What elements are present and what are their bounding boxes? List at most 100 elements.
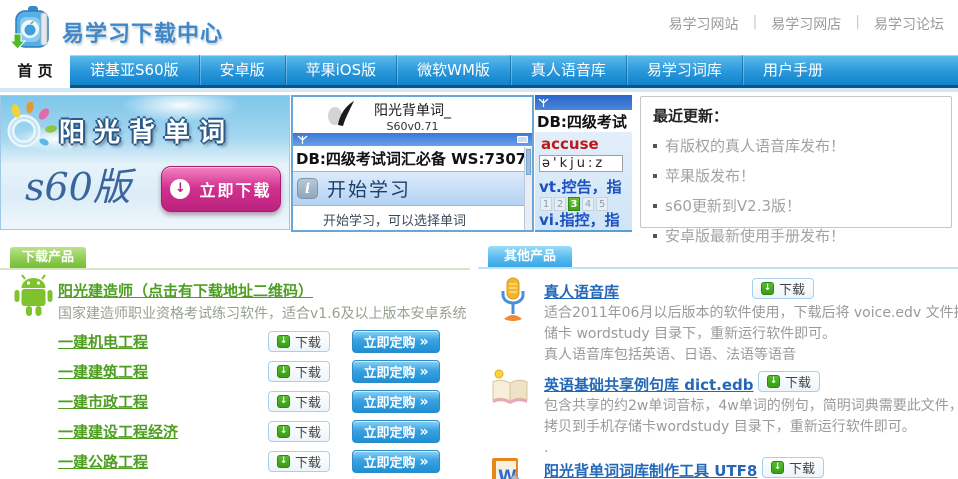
- product-row: 一建建筑工程 ↓下载 立即定购»: [58, 360, 458, 386]
- download-icon: ↓: [277, 395, 290, 408]
- item-link[interactable]: 一建机电工程: [58, 333, 148, 351]
- promo-banner: 阳光背单词 s60版 ↓ 立即下载: [0, 95, 290, 230]
- status-bar: [535, 95, 632, 110]
- update-item[interactable]: 苹果版发布！: [653, 165, 939, 186]
- info-icon: i: [297, 178, 318, 199]
- order-button[interactable]: 立即定购»: [352, 450, 440, 473]
- nav-underline: [0, 88, 958, 92]
- battery-icon: [517, 136, 528, 143]
- item-link[interactable]: 一建建筑工程: [58, 363, 148, 381]
- downloads-section-tab[interactable]: 下载产品: [10, 247, 86, 268]
- download-icon: ↓: [767, 375, 780, 388]
- android-icon: [13, 274, 54, 322]
- download-button[interactable]: ↓下载: [268, 391, 330, 412]
- separator: |: [855, 14, 860, 34]
- download-icon: ↓: [277, 425, 290, 438]
- chevron-right-icon: »: [419, 365, 428, 379]
- product-row: 一建市政工程 ↓下载 立即定购»: [58, 390, 458, 416]
- download-icon: ↓: [277, 365, 290, 378]
- nav-item-wm[interactable]: 微软WM版: [396, 55, 510, 85]
- nav-item-home-active[interactable]: 首 页: [0, 55, 70, 88]
- pagination: 1 2 3 4 5: [540, 197, 632, 211]
- download-button[interactable]: ↓下载: [752, 278, 814, 299]
- item-link[interactable]: 一建建设工程经济: [58, 423, 178, 441]
- desc-line: .: [544, 438, 958, 459]
- menu-subtext: 开始学习，可以选择单词: [293, 206, 532, 229]
- page-number: 1: [540, 197, 552, 211]
- download-button[interactable]: ↓下载: [762, 457, 824, 478]
- antenna-icon: [538, 95, 549, 112]
- section-divider: [478, 267, 958, 269]
- chevron-right-icon: »: [419, 395, 428, 409]
- item-link[interactable]: 一建公路工程: [58, 453, 148, 471]
- item-link-voice[interactable]: 真人语音库: [544, 281, 619, 302]
- chevron-right-icon: »: [419, 335, 428, 349]
- item-desc: 适合2011年06月以后版本的软件使用，下载后将 voice.edv 文件拷 储…: [544, 303, 958, 366]
- product-link-builder[interactable]: 阳光建造师（点击有下载地址二维码）: [58, 280, 313, 301]
- separator: |: [753, 14, 758, 34]
- page-number-active: 3: [568, 197, 580, 211]
- item-link-tool[interactable]: 阳光背单词词库制作工具 UTF8: [544, 460, 757, 479]
- top-link-forum[interactable]: 易学习论坛: [874, 14, 944, 34]
- download-button[interactable]: ↓下载: [268, 421, 330, 442]
- page-number: 5: [596, 197, 608, 211]
- recent-updates-panel: 最近更新： 有版权的真人语音库发布！ 苹果版发布！ s60更新到V2.3版！ 安…: [640, 96, 952, 228]
- item-link-dict[interactable]: 英语基础共享例句库 dict.edb: [544, 374, 754, 395]
- word-phonetic: ə'kju:z: [539, 155, 623, 172]
- download-icon: ↓: [771, 461, 784, 474]
- bullet-icon: [653, 204, 657, 208]
- nav-item-voice[interactable]: 真人语音库: [510, 55, 626, 85]
- main-nav: 诺基亚S60版 安卓版 苹果iOS版 微软WM版 真人语音库 易学习词库 用户手…: [0, 55, 958, 92]
- nav-item-android[interactable]: 安卓版: [199, 55, 285, 85]
- download-button[interactable]: ↓下载: [758, 371, 820, 392]
- top-link-store[interactable]: 易学习网店: [771, 14, 841, 34]
- order-button[interactable]: 立即定购»: [352, 390, 440, 413]
- word-meaning-vt: vt.控告，指: [535, 172, 632, 194]
- chevron-right-icon: »: [419, 425, 428, 439]
- word-headword: accuse: [535, 132, 632, 152]
- download-button[interactable]: ↓下载: [268, 451, 330, 472]
- promo-edition: s60版: [25, 156, 131, 211]
- promo-title: 阳光背单词: [59, 112, 234, 149]
- toolbox-icon: W: [490, 454, 528, 479]
- update-item[interactable]: s60更新到V2.3版！: [653, 195, 939, 216]
- download-icon: ↓: [277, 455, 290, 468]
- desc-line: 拷贝到手机存储卡wordstudy 目录下，重新运行软件即可。: [544, 417, 958, 438]
- item-link[interactable]: 一建市政工程: [58, 393, 148, 411]
- top-links: 易学习网站 | 易学习网店 | 易学习论坛: [669, 14, 944, 34]
- section-divider: [0, 268, 470, 270]
- others-section-tab[interactable]: 其他产品: [488, 246, 572, 267]
- site-title: 易学习下载中心: [62, 16, 223, 48]
- download-icon: ↓: [761, 282, 774, 295]
- download-button[interactable]: ↓下载: [268, 361, 330, 382]
- nav-item-ios[interactable]: 苹果iOS版: [285, 55, 397, 85]
- status-bar: [293, 133, 532, 146]
- product-desc: 国家建造师职业资格考试练习软件，适合v1.6及以上版本安卓系统: [58, 303, 467, 323]
- order-button[interactable]: 立即定购»: [352, 330, 440, 353]
- nav-item-s60[interactable]: 诺基亚S60版: [70, 55, 199, 85]
- top-link-website[interactable]: 易学习网站: [669, 14, 739, 34]
- chevron-right-icon: »: [419, 455, 428, 469]
- nav-item-dict[interactable]: 易学习词库: [626, 55, 742, 85]
- download-button[interactable]: ↓下载: [268, 331, 330, 352]
- order-button[interactable]: 立即定购»: [352, 420, 440, 443]
- desc-line: 真人语音库包括英语、日语、法语等语音: [544, 345, 958, 366]
- recent-updates-title: 最近更新：: [653, 105, 939, 126]
- product-row: 一建机电工程 ↓下载 立即定购»: [58, 330, 458, 356]
- nav-bar: 诺基亚S60版 安卓版 苹果iOS版 微软WM版 真人语音库 易学习词库 用户手…: [70, 55, 958, 88]
- menu-label: 开始学习: [327, 175, 411, 202]
- update-item[interactable]: 有版权的真人语音库发布！: [653, 135, 939, 156]
- desc-line: 适合2011年06月以后版本的软件使用，下载后将 voice.edv 文件拷: [544, 303, 958, 324]
- nav-item-manual[interactable]: 用户手册: [742, 55, 843, 85]
- phone-screenshot-1: 阳光背单词_ S60v0.71 DB:四级考试词汇必备 WS:7307 i 开始…: [291, 95, 534, 232]
- page-number: 4: [582, 197, 594, 211]
- microphone-icon: [496, 277, 530, 327]
- item-desc: 包含共享的约2w单词音标，4w单词的例句，简明词典需要此文件，下 拷贝到手机存储…: [544, 396, 958, 459]
- download-now-button[interactable]: ↓ 立即下载: [161, 166, 281, 212]
- db-info-text: DB:四级考试: [535, 110, 632, 132]
- app-header: 阳光背单词_ S60v0.71: [293, 97, 532, 133]
- word-meaning-vi: vi.指控，指: [535, 211, 632, 227]
- order-button[interactable]: 立即定购»: [352, 360, 440, 383]
- bullet-icon: [653, 174, 657, 178]
- update-item[interactable]: 安卓版最新使用手册发布！: [653, 225, 939, 246]
